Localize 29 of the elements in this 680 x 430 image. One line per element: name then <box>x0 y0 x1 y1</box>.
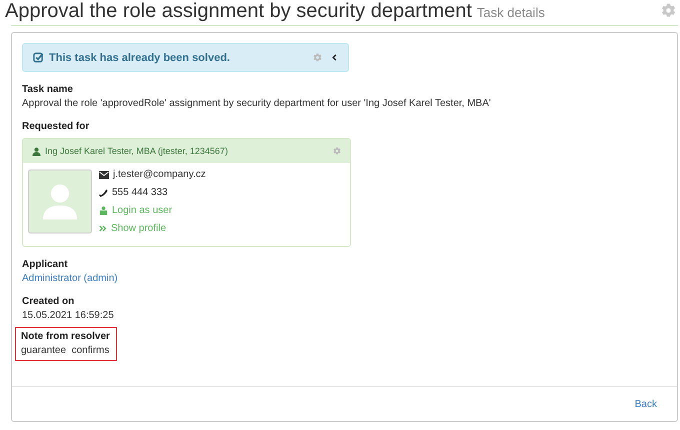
collapse-icon[interactable] <box>331 54 338 61</box>
field-label: Requested for <box>22 121 90 132</box>
alert-message: This task has already been solved. <box>49 52 231 64</box>
identity-name: Ing Josef Karel Tester, MBA (jtester, 1234567) <box>45 146 229 156</box>
user-lock-icon <box>99 206 108 215</box>
field-value: 15.05.2021 16:59:25 <box>22 310 114 321</box>
email-text: j.tester@company.cz <box>113 169 206 180</box>
phone-text: 555 444 333 <box>112 187 168 198</box>
back-link[interactable]: Back <box>634 398 657 410</box>
settings-icon[interactable] <box>661 3 676 18</box>
avatar-placeholder <box>28 169 92 234</box>
double-chevron-icon <box>99 225 107 232</box>
field-value: guarantee confirms <box>21 345 110 356</box>
envelope-icon <box>99 170 109 178</box>
page-title: Approval the role assignment by security department <box>5 0 472 22</box>
field-label: Applicant <box>22 259 68 270</box>
settings-icon[interactable] <box>333 147 341 155</box>
settings-icon[interactable] <box>313 53 322 62</box>
field-label: Note from resolver <box>21 331 110 342</box>
field-label: Created on <box>22 296 74 307</box>
page-subtitle: Task details <box>476 5 545 20</box>
applicant-link[interactable]: Administrator (admin) <box>22 273 118 284</box>
phone-icon <box>99 188 108 197</box>
field-value: Approval the role 'approvedRole' assignment by security department for user 'Ing Josef Karel Tester, MBA' <box>22 98 491 109</box>
checkbox-icon <box>33 52 44 63</box>
profile-link[interactable]: Show profile <box>111 223 166 234</box>
user-icon <box>32 146 41 156</box>
login-link[interactable]: Login as user <box>112 205 172 216</box>
field-label: Task name <box>22 84 73 95</box>
